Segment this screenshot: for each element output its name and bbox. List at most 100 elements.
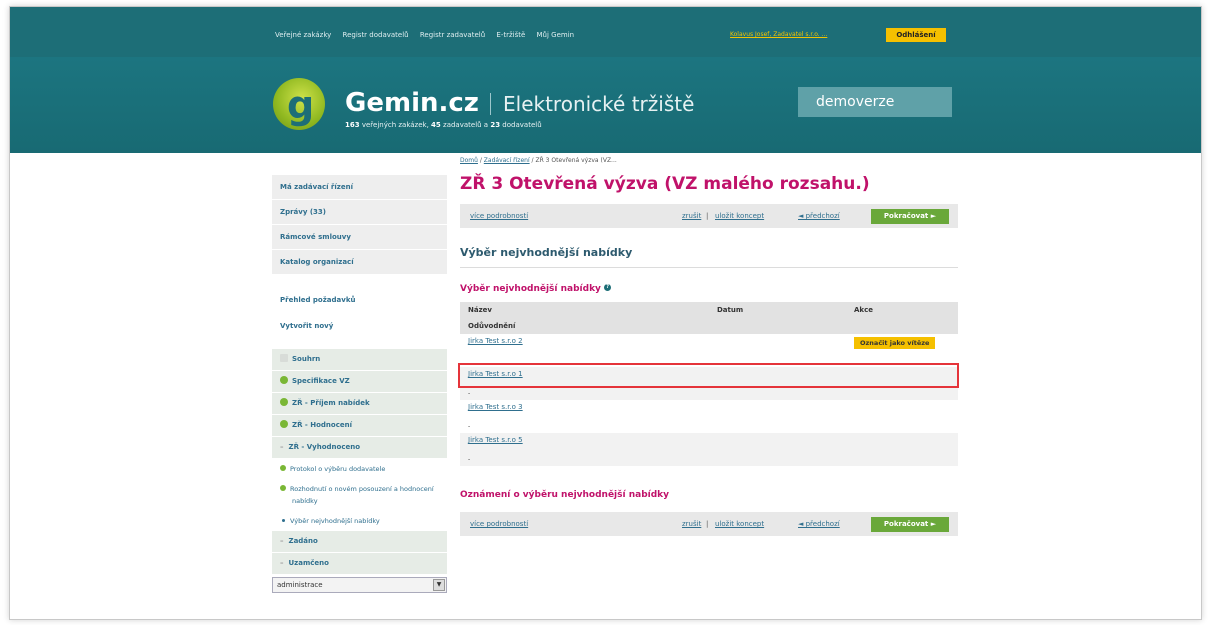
- breadcrumb: Domů / Zadávací řízení / ZŘ 3 Otevřená v…: [460, 157, 958, 164]
- step-specification[interactable]: Specifikace VZ: [272, 371, 447, 393]
- nav-e-marketplace[interactable]: E-tržiště: [496, 31, 525, 39]
- site-name[interactable]: Gemin.cz: [345, 88, 479, 118]
- top-navigation: Veřejné zakázky Registr dodavatelů Regis…: [275, 31, 583, 39]
- step-evaluated[interactable]: – ZŘ - Vyhodnoceno: [272, 437, 447, 459]
- main-content: Domů / Zadávací řízení / ZŘ 3 Otevřená v…: [460, 157, 958, 536]
- cancel-link[interactable]: zrušit: [682, 212, 701, 220]
- offer-link[interactable]: Jirka Test s.r.o 3: [468, 403, 523, 411]
- table-cell: Jirka Test s.r.o 3: [460, 400, 709, 419]
- action-separator: |: [706, 212, 709, 220]
- more-details-link[interactable]: více podrobností: [470, 520, 528, 528]
- continue-button[interactable]: Pokračovat ►: [871, 209, 949, 224]
- nav-contracting-registry[interactable]: Registr zadavatelů: [420, 31, 485, 39]
- sidebar: Má zadávací řízení Zprávy (33) Rámcové s…: [272, 175, 447, 593]
- header-divider: [490, 93, 491, 115]
- stats-suppliers-count: 23: [490, 121, 501, 129]
- nav-public-contracts[interactable]: Veřejné zakázky: [275, 31, 331, 39]
- chevron-down-icon[interactable]: ▼: [433, 579, 445, 591]
- table-cell-note: -: [468, 455, 471, 463]
- nav-my-gemin[interactable]: Můj Gemin: [537, 31, 575, 39]
- previous-link[interactable]: ◄ předchozí: [798, 212, 840, 220]
- column-header-justification: Odůvodnění: [460, 318, 958, 334]
- select-value: administrace: [277, 581, 323, 589]
- table-row-note: -: [460, 386, 958, 400]
- user-account-link[interactable]: Kolavus Josef, Zadavatel s.r.o. ...: [730, 31, 827, 38]
- check-icon: [280, 376, 288, 384]
- step-label: Souhrn: [292, 355, 321, 363]
- step-evaluation[interactable]: ZŘ - Hodnocení: [272, 415, 447, 437]
- save-draft-link[interactable]: uložit koncept: [715, 520, 764, 528]
- table-row: Jirka Test s.r.o 5: [460, 433, 958, 452]
- table-row-note: -: [460, 452, 958, 466]
- top-bar: Veřejné zakázky Registr dodavatelů Regis…: [10, 7, 1201, 57]
- mark-winner-button[interactable]: Označit jako vítěze: [854, 337, 936, 349]
- check-icon: [280, 465, 286, 471]
- table-cell: [709, 400, 846, 419]
- help-icon[interactable]: ?: [604, 284, 612, 291]
- offer-link[interactable]: Jirka Test s.r.o 2: [468, 337, 523, 345]
- summary-icon: [280, 354, 288, 362]
- sidebar-item-organization-catalog[interactable]: Katalog organizací: [272, 250, 447, 275]
- step-closed[interactable]: – Uzamčeno: [272, 553, 447, 575]
- stats-contracts-count: 163: [345, 121, 360, 129]
- substep-supplier-protocol[interactable]: Protokol o výběru dodavatele: [272, 459, 447, 479]
- site-header: g Gemin.cz Elektronické tržiště 163 veře…: [10, 57, 1201, 153]
- step-bid-receipt[interactable]: ZŘ - Příjem nabídek: [272, 393, 447, 415]
- step-label: ZŘ - Vyhodnoceno: [288, 443, 361, 451]
- check-icon: [280, 485, 286, 491]
- step-label: ZŘ - Hodnocení: [292, 421, 352, 429]
- sidebar-link-create-new[interactable]: Vytvořit nový: [272, 313, 447, 339]
- table-subheader: Odůvodnění: [460, 318, 958, 334]
- table-cell: Označit jako vítěze: [846, 334, 958, 353]
- column-header-date: Datum: [717, 306, 744, 314]
- table-cell: [709, 433, 846, 452]
- step-summary[interactable]: Souhrn: [272, 349, 447, 371]
- subsection-label: Výběr nejvhodnější nabídky: [460, 284, 601, 294]
- subsection-heading: Výběr nejvhodnější nabídky ?: [460, 284, 958, 294]
- sidebar-item-messages[interactable]: Zprávy (33): [272, 200, 447, 225]
- action-bar-bottom: více podrobností zrušit | uložit koncept…: [460, 512, 958, 536]
- stats-text-3: dodavatelů: [500, 121, 542, 129]
- sidebar-link-requests-overview[interactable]: Přehled požadavků: [272, 287, 447, 313]
- sidebar-item-my-procedures[interactable]: Má zadávací řízení: [272, 175, 447, 200]
- breadcrumb-procedures[interactable]: Zadávací řízení: [484, 157, 530, 164]
- save-draft-link[interactable]: uložit koncept: [715, 212, 764, 220]
- selection-notice-heading: Oznámení o výběru nejvhodnější nabídky: [460, 490, 670, 500]
- action-separator: |: [706, 520, 709, 528]
- substep-label: Výběr nejvhodnější nabídky: [290, 517, 380, 525]
- nav-supplier-registry[interactable]: Registr dodavatelů: [343, 31, 409, 39]
- breadcrumb-home[interactable]: Domů: [460, 157, 478, 164]
- stats-contracting-count: 45: [431, 121, 441, 129]
- step-label: Specifikace VZ: [292, 377, 350, 385]
- column-header-action: Akce: [854, 306, 873, 314]
- continue-button[interactable]: Pokračovat ►: [871, 517, 949, 532]
- action-bar-top: více podrobností zrušit | uložit koncept…: [460, 204, 958, 228]
- logo-letter-g: g: [287, 83, 315, 127]
- table-row: Jirka Test s.r.o 3: [460, 400, 958, 419]
- table-cell-note: -: [468, 422, 471, 430]
- sidebar-item-framework-agreements[interactable]: Rámcové smlouvy: [272, 225, 447, 250]
- check-icon: [280, 420, 288, 428]
- table-cell: [846, 433, 958, 452]
- demo-badge: demoverze: [798, 87, 952, 117]
- substep-reevaluation-decision[interactable]: Rozhodnutí o novém posouzení a hodnocení…: [272, 479, 447, 511]
- offer-link[interactable]: Jirka Test s.r.o 5: [468, 436, 523, 444]
- administration-select[interactable]: administrace ▼: [272, 577, 447, 593]
- dash-icon: –: [280, 559, 284, 567]
- logout-button[interactable]: Odhlášení: [886, 28, 946, 42]
- step-label: Uzamčeno: [288, 559, 329, 567]
- dash-icon: –: [280, 537, 284, 545]
- table-cell: Jirka Test s.r.o 5: [460, 433, 709, 452]
- cancel-link[interactable]: zrušit: [682, 520, 701, 528]
- table-header: Název Datum Akce: [460, 302, 958, 318]
- substep-best-offer[interactable]: Výběr nejvhodnější nabídky: [272, 511, 447, 531]
- page-title: ZŘ 3 Otevřená výzva (VZ malého rozsahu.): [460, 174, 870, 194]
- step-assigned[interactable]: – Zadáno: [272, 531, 447, 553]
- column-header-name: Název: [468, 306, 492, 314]
- previous-link[interactable]: ◄ předchozí: [798, 520, 840, 528]
- step-label: ZŘ - Příjem nabídek: [292, 399, 370, 407]
- more-details-link[interactable]: více podrobností: [470, 212, 528, 220]
- table-cell: [709, 334, 846, 353]
- substep-label: Rozhodnutí o novém posouzení a hodnocení…: [290, 485, 434, 505]
- highlight-frame: [458, 363, 959, 388]
